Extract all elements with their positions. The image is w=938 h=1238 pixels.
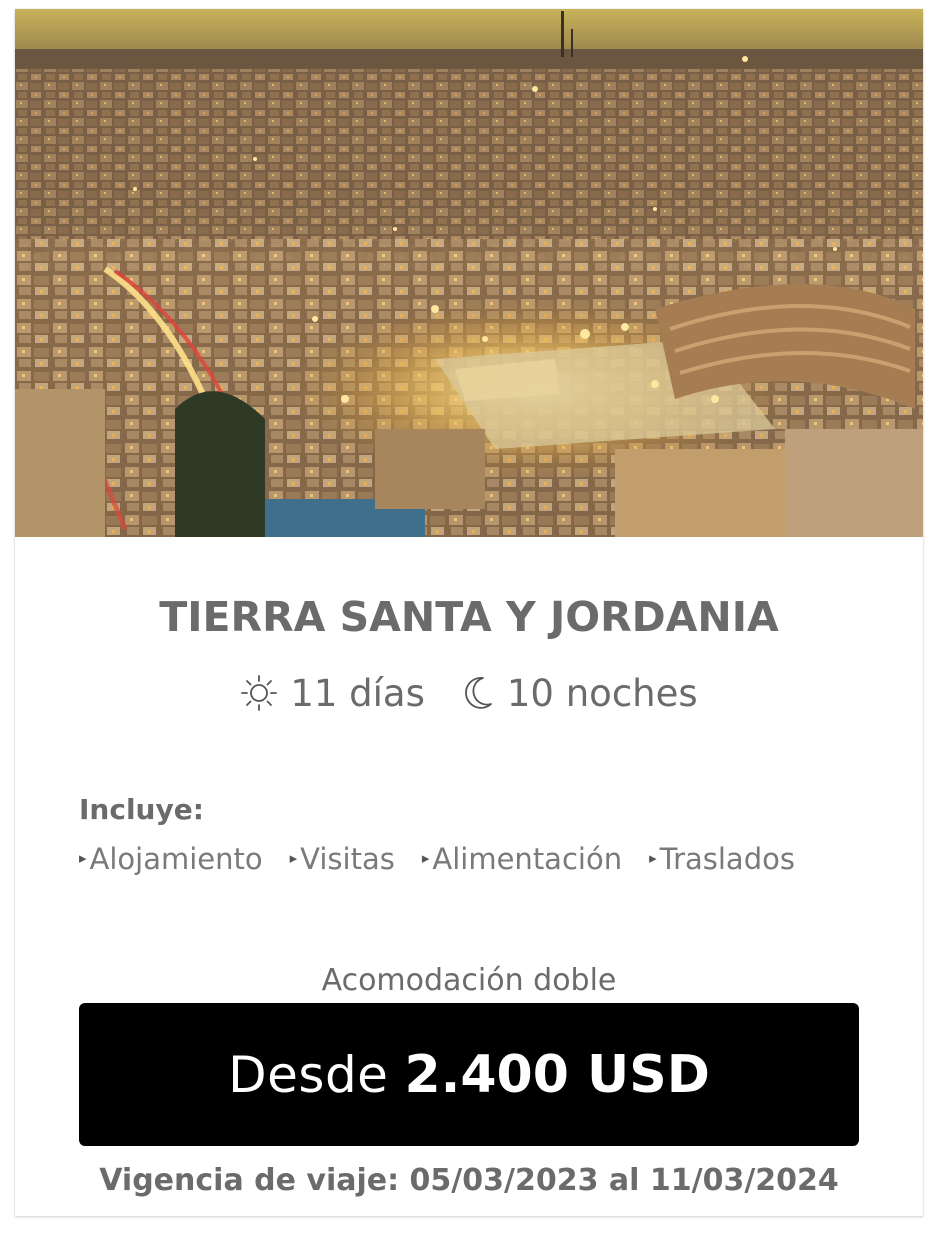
include-item-label: Alojamiento (89, 842, 263, 876)
triangle-right-icon: ▸ (289, 849, 298, 867)
includes-label: Incluye: (79, 793, 204, 826)
include-item-label: Traslados (659, 842, 795, 876)
nights-text: 10 noches (506, 671, 698, 715)
include-item-label: Alimentación (432, 842, 623, 876)
tour-photo[interactable] (15, 9, 923, 537)
price-button[interactable]: Desde 2.400 USD (79, 1003, 859, 1146)
tour-title: TIERRA SANTA Y JORDANIA (159, 593, 779, 641)
city-night-image (15, 9, 923, 537)
tour-card[interactable]: TIERRA SANTA Y JORDANIA 11 días 10 noche… (15, 9, 923, 1216)
triangle-right-icon: ▸ (421, 849, 430, 867)
sun-icon (241, 675, 278, 711)
accommodation-type: Acomodación doble (321, 963, 617, 998)
days-text: 11 días (290, 671, 425, 715)
include-item-lodging: ▸ Alojamiento (79, 839, 263, 879)
tour-duration: 11 días 10 noches (15, 665, 923, 721)
price-prefix: Desde (228, 1045, 389, 1104)
nights-info: 10 noches (459, 672, 698, 715)
include-item-transfers: ▸ Traslados (649, 839, 795, 879)
travel-validity: Vigencia de viaje: 05/03/2023 al 11/03/2… (99, 1163, 839, 1198)
days-info: 11 días (240, 672, 425, 715)
include-item-label: Visitas (300, 842, 395, 876)
include-item-visits: ▸ Visitas (290, 839, 395, 879)
triangle-right-icon: ▸ (79, 849, 87, 867)
moon-icon (464, 677, 492, 709)
price-amount: 2.400 USD (404, 1044, 710, 1105)
include-item-meals: ▸ Alimentación (422, 839, 622, 879)
triangle-right-icon: ▸ (649, 849, 657, 867)
includes-list: ▸ Alojamiento ▸ Visitas ▸ Alimentación ▸… (79, 839, 879, 879)
